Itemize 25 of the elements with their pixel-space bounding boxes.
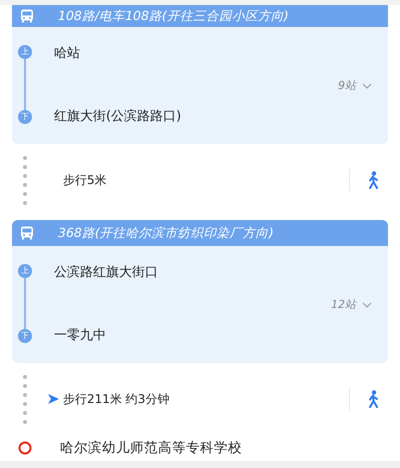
board-marker: 上 <box>18 45 32 59</box>
alight-marker: 下 <box>18 329 32 343</box>
walk-info: 步行211米 约3分钟 <box>63 390 170 408</box>
walk-dots <box>23 374 27 424</box>
bus-icon <box>20 226 34 240</box>
walking-person-icon[interactable] <box>366 171 380 189</box>
board-marker: 上 <box>18 264 32 278</box>
route-title: 108路/电车108路(开往三合园小区方向) <box>58 8 289 24</box>
destination-icon <box>18 441 32 455</box>
bus-icon <box>20 9 34 23</box>
arrow-icon <box>48 394 59 404</box>
chevron-down-icon[interactable] <box>362 302 372 308</box>
stop-count-toggle[interactable]: 12站 <box>331 297 372 312</box>
walk-info: 步行5米 <box>63 172 107 188</box>
walking-person-icon[interactable] <box>366 390 380 408</box>
stop-count-toggle[interactable]: 9站 <box>338 78 372 93</box>
stop-name: 公滨路红旗大街口 <box>54 264 159 282</box>
route-title: 368路(开往哈尔滨市纺织印染厂方向) <box>58 224 274 242</box>
stop-name: 哈站 <box>54 45 81 63</box>
alight-marker: 下 <box>18 110 32 124</box>
walk-dots <box>23 156 27 204</box>
destination-name: 哈尔滨幼儿师范高等专科学校 <box>60 439 242 457</box>
stop-name: 一零九中 <box>54 327 107 345</box>
stop-name: 红旗大街(公滨路路口) <box>54 108 182 126</box>
chevron-down-icon[interactable] <box>362 82 372 88</box>
